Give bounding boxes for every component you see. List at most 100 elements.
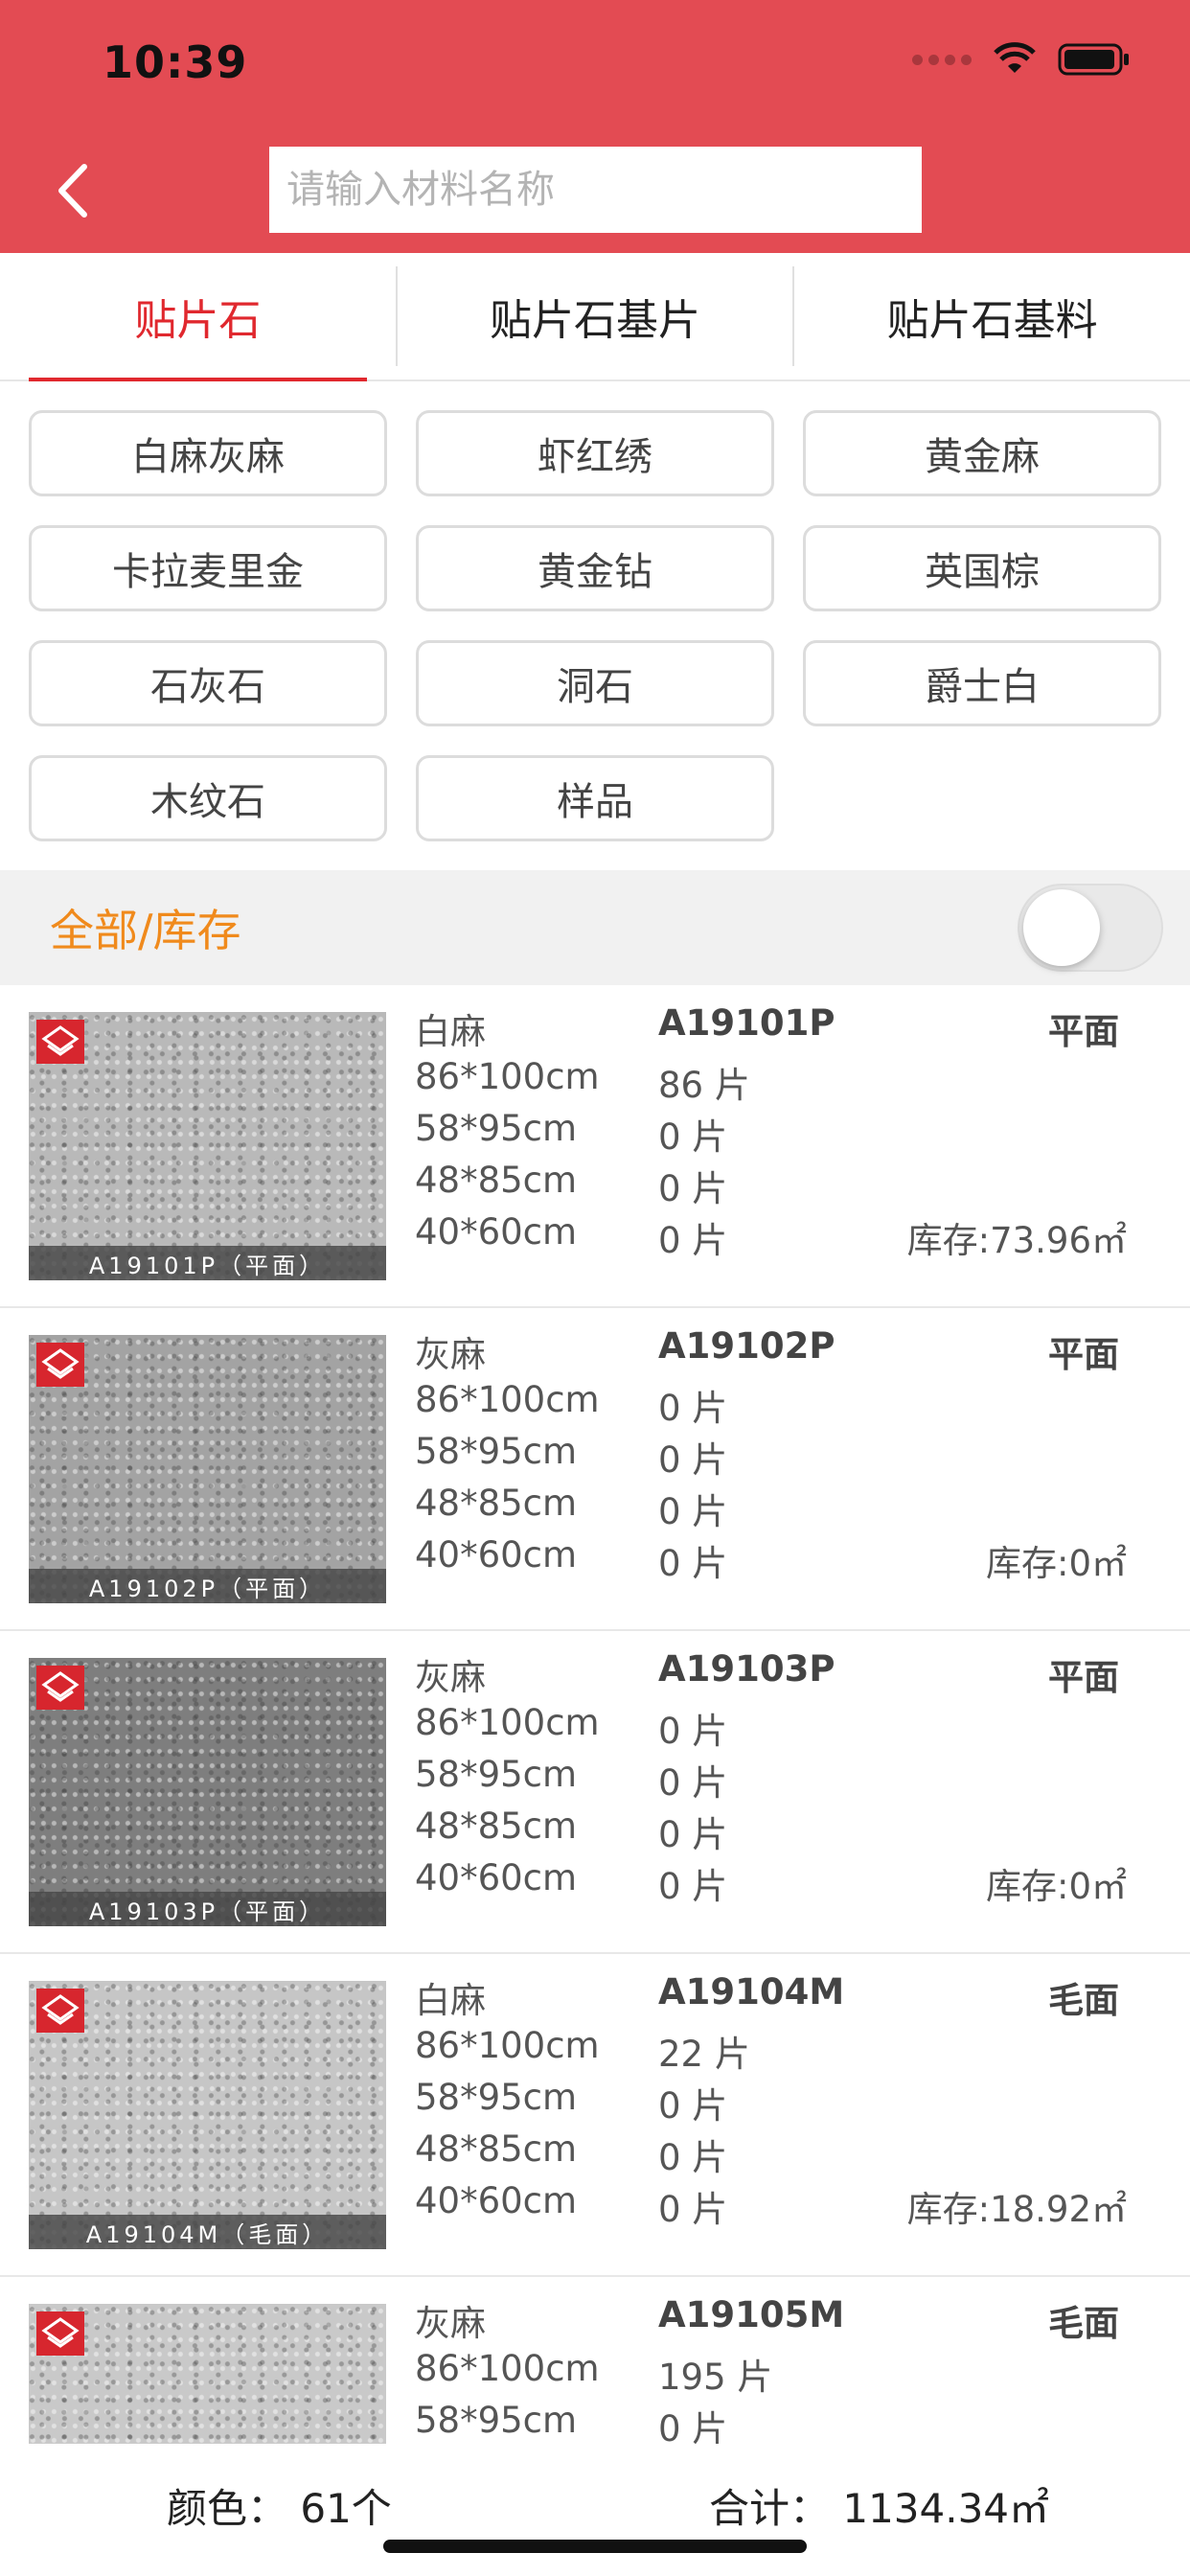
stone-thumbnail <box>29 2304 386 2444</box>
size-label: 86*100cm <box>415 2025 600 2066</box>
size-quantity: 0 片 <box>658 1543 728 1584</box>
thumbnail-caption: A19102P（平面） <box>29 1569 386 1603</box>
back-button[interactable] <box>50 157 98 224</box>
size-label: 58*95cm <box>415 2400 578 2441</box>
category-button[interactable]: 石灰石 <box>29 640 387 726</box>
status-time: 10:39 <box>103 36 248 88</box>
size-label: 48*85cm <box>415 1160 578 1201</box>
size-label: 48*85cm <box>415 1483 578 1524</box>
product-code: A19105M <box>658 2294 845 2335</box>
list-item[interactable]: 灰麻 A19105M 毛面 86*100cm 195 片 58*95cm 0 片 <box>0 2277 1190 2444</box>
size-quantity: 195 片 <box>658 2357 773 2398</box>
size-label: 40*60cm <box>415 1211 578 1253</box>
category-button[interactable]: 卡拉麦里金 <box>29 525 387 611</box>
tab-1[interactable]: 贴片石基片 <box>398 253 793 380</box>
home-indicator <box>383 2540 807 2553</box>
size-quantity: 0 片 <box>658 2189 728 2230</box>
size-quantity: 0 片 <box>658 1491 728 1532</box>
thumbnail-caption: A19104M（毛面） <box>29 2215 386 2249</box>
brand-logo-icon <box>36 1020 84 1064</box>
header-bar: 10:39 <box>0 0 1190 253</box>
surface-finish: 毛面 <box>1048 1980 1119 2021</box>
size-label: 86*100cm <box>415 2348 600 2389</box>
wifi-icon <box>994 42 1036 73</box>
stone-name: 灰麻 <box>415 2303 486 2344</box>
brand-logo-icon <box>36 2312 84 2356</box>
footer-summary: 颜色： 61个 合计： 1134.34㎡ <box>0 2444 1190 2576</box>
search-input[interactable] <box>286 168 922 212</box>
size-quantity: 22 片 <box>658 2034 750 2075</box>
list-item[interactable]: A19102P（平面） 灰麻 A19102P 平面 86*100cm 0 片 58*95cm… <box>0 1308 1190 1631</box>
stone-name: 灰麻 <box>415 1334 486 1375</box>
product-code: A19101P <box>658 1002 835 1044</box>
tab-bar: 贴片石 贴片石基片 贴片石基料 <box>0 253 1190 381</box>
size-label: 58*95cm <box>415 2077 578 2118</box>
size-label: 58*95cm <box>415 1431 578 1472</box>
stone-thumbnail: A19102P（平面） <box>29 1335 386 1603</box>
tab-2[interactable]: 贴片石基料 <box>794 253 1190 380</box>
thumbnail-caption: A19103P（平面） <box>29 1892 386 1926</box>
category-button[interactable]: 爵士白 <box>803 640 1161 726</box>
size-quantity: 0 片 <box>658 1388 728 1429</box>
surface-finish: 平面 <box>1048 1657 1119 1698</box>
category-button[interactable]: 白麻灰麻 <box>29 410 387 496</box>
search-box[interactable] <box>269 147 922 233</box>
cellular-signal-icon <box>912 54 972 65</box>
category-button[interactable]: 黄金钻 <box>416 525 774 611</box>
list-item[interactable]: A19104M（毛面） 白麻 A19104M 毛面 86*100cm 22 片 58*95c… <box>0 1954 1190 2277</box>
stone-thumbnail: A19103P（平面） <box>29 1658 386 1926</box>
stone-name: 白麻 <box>415 1011 486 1052</box>
surface-finish: 平面 <box>1048 1334 1119 1375</box>
category-button[interactable]: 样品 <box>416 755 774 841</box>
product-code: A19102P <box>658 1325 835 1367</box>
category-button[interactable]: 木纹石 <box>29 755 387 841</box>
category-button[interactable]: 黄金麻 <box>803 410 1161 496</box>
list-item[interactable]: A19101P（平面） 白麻 A19101P 平面 86*100cm 86 片 58*95c… <box>0 985 1190 1308</box>
stone-name: 白麻 <box>415 1980 486 2021</box>
category-button[interactable]: 洞石 <box>416 640 774 726</box>
brand-logo-icon <box>36 1666 84 1710</box>
stock-toggle[interactable] <box>1018 884 1163 972</box>
stock-area: 库存:0㎡ <box>985 1866 1127 1907</box>
size-quantity: 0 片 <box>658 1814 728 1855</box>
size-label: 86*100cm <box>415 1702 600 1743</box>
chevron-left-icon <box>58 164 87 218</box>
size-label: 58*95cm <box>415 1754 578 1795</box>
tab-label: 贴片石基片 <box>490 296 700 345</box>
category-button[interactable]: 虾红绣 <box>416 410 774 496</box>
size-quantity: 0 片 <box>658 2137 728 2178</box>
category-button[interactable]: 英国棕 <box>803 525 1161 611</box>
size-quantity: 0 片 <box>658 1762 728 1804</box>
stock-area: 库存:18.92㎡ <box>906 2189 1127 2230</box>
total-area: 合计： 1134.34㎡ <box>709 2485 1050 2532</box>
size-label: 58*95cm <box>415 1108 578 1149</box>
size-quantity: 0 片 <box>658 2085 728 2127</box>
size-label: 86*100cm <box>415 1379 600 1420</box>
tab-label: 贴片石基料 <box>886 296 1098 345</box>
category-grid: 白麻灰麻 虾红绣 黄金麻 卡拉麦里金 黄金钻 英国棕 石灰石 洞石 爵士白 木纹… <box>29 410 1161 841</box>
size-quantity: 0 片 <box>658 2408 728 2444</box>
list-item[interactable]: A19103P（平面） 灰麻 A19103P 平面 86*100cm 0 片 58*95cm… <box>0 1631 1190 1954</box>
toggle-knob <box>1023 889 1100 966</box>
brand-logo-icon <box>36 1343 84 1387</box>
size-label: 48*85cm <box>415 1806 578 1847</box>
product-code: A19104M <box>658 1971 845 2012</box>
size-label: 40*60cm <box>415 1534 578 1576</box>
tab-0[interactable]: 贴片石 <box>0 253 396 381</box>
surface-finish: 平面 <box>1048 1011 1119 1052</box>
color-count: 颜色： 61个 <box>167 2485 392 2532</box>
size-label: 86*100cm <box>415 1056 600 1097</box>
stone-thumbnail: A19101P（平面） <box>29 1012 386 1280</box>
stock-area: 库存:0㎡ <box>985 1543 1127 1584</box>
stock-area: 库存:73.96㎡ <box>906 1220 1127 1261</box>
thumbnail-caption: A19101P（平面） <box>29 1246 386 1280</box>
size-label: 48*85cm <box>415 2128 578 2170</box>
size-quantity: 0 片 <box>658 1439 728 1481</box>
product-code: A19103P <box>658 1648 835 1690</box>
tab-label: 贴片石 <box>134 296 262 345</box>
size-label: 40*60cm <box>415 1857 578 1898</box>
brand-logo-icon <box>36 1989 84 2033</box>
size-quantity: 0 片 <box>658 1168 728 1209</box>
battery-icon <box>1058 43 1129 76</box>
size-label: 40*60cm <box>415 2180 578 2221</box>
